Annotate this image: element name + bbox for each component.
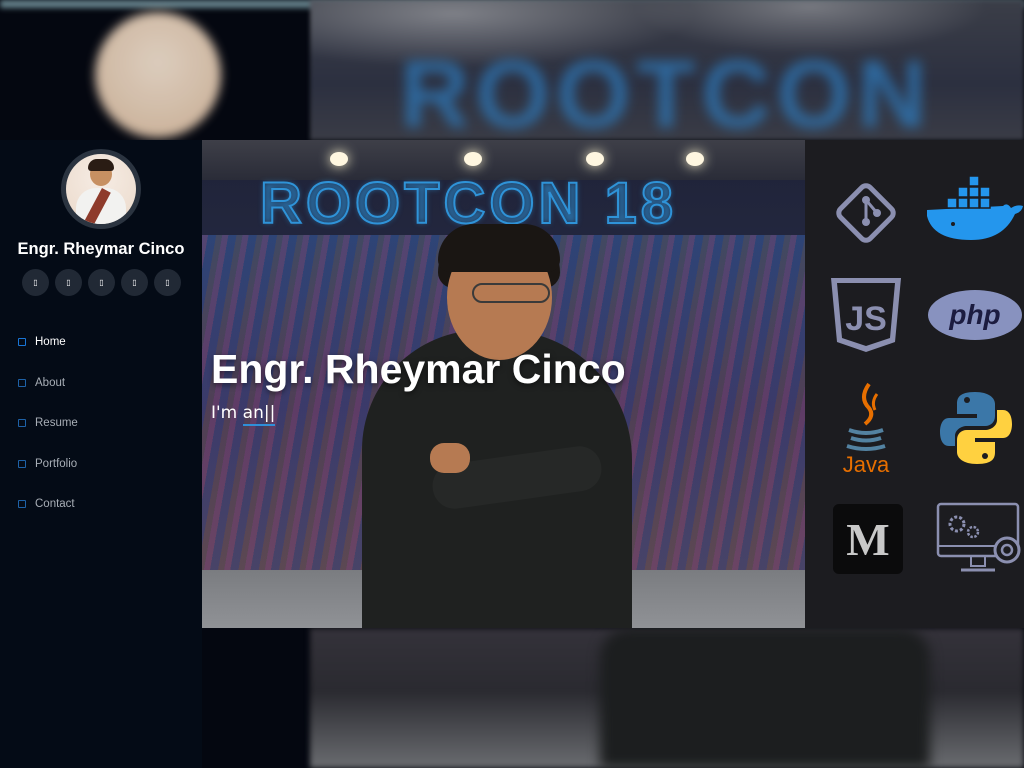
file-icon bbox=[18, 419, 26, 428]
social-links: ▯ ▯ ▯ ▯ ▯ bbox=[22, 269, 181, 296]
svg-text:php: php bbox=[948, 299, 1000, 330]
sidebar: Engr. Rheymar Cinco ▯ ▯ ▯ ▯ ▯ Home About… bbox=[0, 140, 202, 768]
medium-icon: M bbox=[833, 504, 903, 574]
house-icon bbox=[18, 338, 26, 347]
ceiling-light bbox=[586, 152, 604, 166]
profile-name: Engr. Rheymar Cinco bbox=[17, 240, 185, 258]
java-icon: Java bbox=[835, 380, 897, 476]
nav-item-label: Home bbox=[35, 336, 66, 349]
nav-item-portfolio[interactable]: Portfolio bbox=[18, 444, 78, 485]
tech-stack-panel: JS php Java M bbox=[805, 140, 1024, 628]
hero-title: Engr. Rheymar Cinco bbox=[211, 346, 626, 392]
javascript-icon: JS bbox=[829, 276, 903, 354]
php-icon: php bbox=[927, 288, 1024, 343]
envelope-icon bbox=[18, 500, 26, 509]
nav-item-label: Resume bbox=[35, 417, 78, 430]
typed-cursor: || bbox=[263, 403, 276, 423]
hero-person-hair-top bbox=[438, 224, 560, 272]
main-nav: Home About Resume Portfolio Contact bbox=[18, 322, 78, 525]
typed-prefix: I'm bbox=[211, 403, 243, 423]
backdrop-avatar bbox=[95, 12, 221, 138]
book-icon bbox=[18, 459, 26, 468]
svg-text:Java: Java bbox=[843, 452, 890, 476]
docker-icon bbox=[923, 176, 1024, 246]
nav-item-label: About bbox=[35, 376, 66, 389]
linkedin-icon[interactable]: ▯ bbox=[154, 269, 181, 296]
hero-typed-line: I'm an|| bbox=[211, 403, 276, 426]
ceiling-light bbox=[686, 152, 704, 166]
nav-item-label: Portfolio bbox=[35, 457, 78, 470]
ceiling-light bbox=[330, 152, 348, 166]
facebook-icon[interactable]: ▯ bbox=[55, 269, 82, 296]
python-icon bbox=[939, 390, 1013, 466]
git-icon bbox=[831, 178, 901, 248]
hero-person-glasses bbox=[472, 283, 550, 303]
typed-underline: an|| bbox=[242, 403, 276, 426]
skype-icon[interactable]: ▯ bbox=[121, 269, 148, 296]
avatar[interactable] bbox=[66, 154, 136, 224]
nav-item-home[interactable]: Home bbox=[18, 322, 78, 363]
settings-monitor-icon bbox=[935, 502, 1024, 576]
person-icon bbox=[18, 378, 26, 387]
svg-text:JS: JS bbox=[845, 300, 887, 338]
hero-person-hand bbox=[430, 443, 470, 473]
avatar-ring bbox=[61, 149, 141, 229]
nav-item-resume[interactable]: Resume bbox=[18, 403, 78, 444]
backdrop-figure bbox=[600, 628, 930, 768]
nav-item-about[interactable]: About bbox=[18, 363, 78, 404]
nav-item-contact[interactable]: Contact bbox=[18, 484, 78, 525]
twitter-icon[interactable]: ▯ bbox=[22, 269, 49, 296]
hero-section: ROOTCON 18 Engr. Rheymar Cinco I'm an|| bbox=[202, 140, 805, 628]
nav-item-label: Contact bbox=[35, 498, 75, 511]
typed-text: an bbox=[242, 403, 264, 423]
instagram-icon[interactable]: ▯ bbox=[88, 269, 115, 296]
ceiling-light bbox=[464, 152, 482, 166]
